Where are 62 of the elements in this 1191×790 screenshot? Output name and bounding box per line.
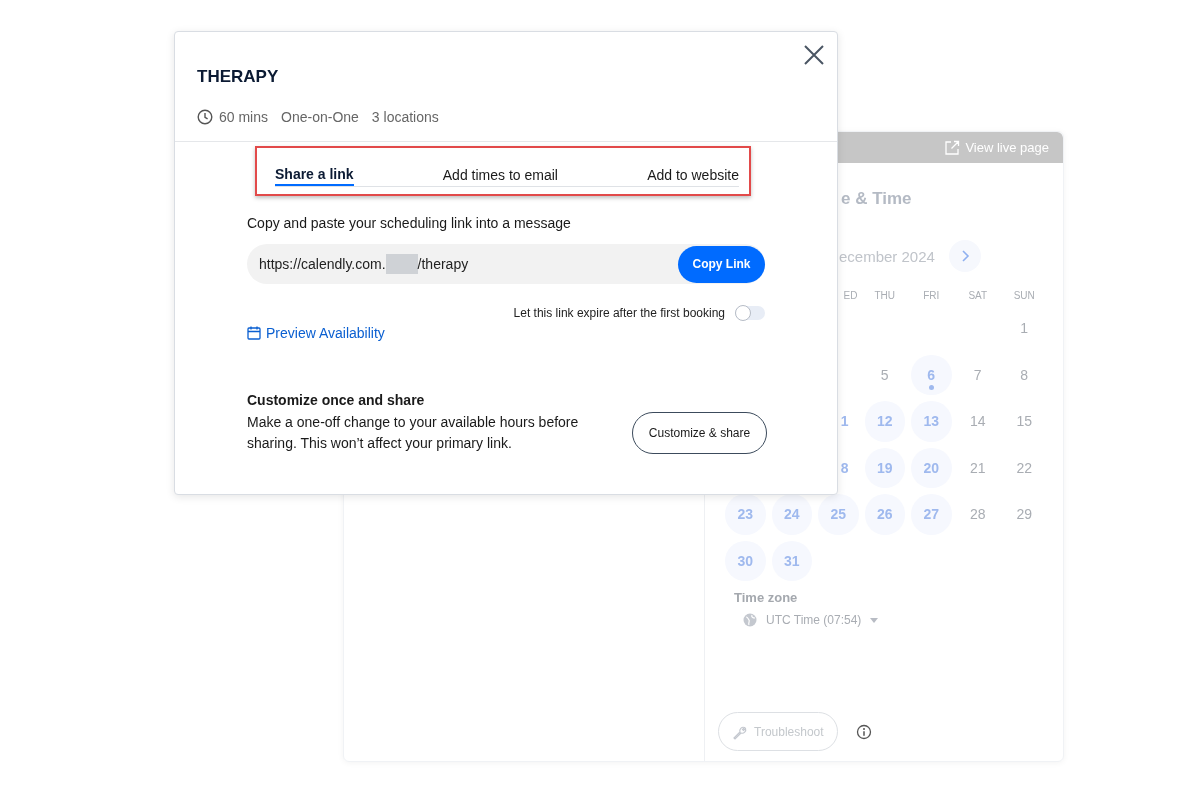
- date-button[interactable]: 30: [725, 540, 766, 581]
- close-button[interactable]: [804, 45, 824, 65]
- dialog-title: THERAPY: [197, 67, 280, 87]
- tab[interactable]: Add to website: [647, 163, 739, 186]
- url-text: https://calendly.com.: [259, 256, 386, 272]
- date-label: 8: [1019, 365, 1030, 385]
- calendar-icon: [247, 326, 261, 340]
- weekday-label: SAT: [967, 288, 989, 303]
- date-label: 15: [1015, 412, 1034, 432]
- info-icon: [855, 723, 872, 740]
- page-title: e & Time: [841, 189, 913, 210]
- section-description: Make a one-off change to your available hours before sharing. This won’t affect your primary link.: [247, 413, 580, 453]
- date-button[interactable]: 12: [864, 401, 905, 442]
- view-live-page-link[interactable]: View live page: [944, 139, 1049, 156]
- meeting-type-text: One-on-One: [281, 109, 359, 125]
- external-link-icon: [944, 139, 961, 156]
- date-button[interactable]: 23: [725, 494, 766, 535]
- date-label: 5: [879, 365, 890, 385]
- chevron-right-icon: [959, 250, 970, 262]
- weekday-label: ED: [842, 288, 859, 303]
- date-label: 28: [968, 505, 987, 525]
- date-label: 22: [1015, 458, 1034, 478]
- link-field[interactable]: https://calendly.com. /therapy Copy Link: [247, 244, 765, 284]
- customize-share-button[interactable]: Customize & share: [632, 412, 767, 454]
- url-text: /therapy: [417, 256, 469, 272]
- weekday-label: THU: [873, 288, 897, 303]
- date-button[interactable]: 13: [911, 401, 952, 442]
- next-month-button[interactable]: [948, 240, 981, 272]
- date-button[interactable]: 31: [771, 540, 812, 581]
- time-zone-label: Time zone: [734, 590, 799, 605]
- date-button[interactable]: 1: [818, 401, 859, 442]
- weekday-label: FRI: [922, 288, 941, 303]
- toggle-switch[interactable]: [735, 306, 765, 320]
- date-button[interactable]: 20: [911, 447, 952, 488]
- date-label: 29: [1015, 505, 1034, 525]
- month-label: ecember 2024: [839, 247, 935, 265]
- tab[interactable]: Add times to email: [442, 163, 558, 186]
- date-button[interactable]: 25: [818, 494, 859, 535]
- date-label: 1: [1019, 319, 1030, 339]
- globe-icon: [743, 613, 757, 627]
- weekday-label: SUN: [1012, 288, 1036, 303]
- section-heading: Customize once and share: [247, 392, 426, 408]
- clock-icon: [197, 109, 213, 125]
- preview-availability-link[interactable]: Preview Availability: [247, 325, 385, 341]
- duration-text: 60 mins: [219, 109, 269, 125]
- date-button[interactable]: 8: [818, 447, 859, 488]
- date-button[interactable]: 24: [771, 494, 812, 535]
- copy-link-button[interactable]: Copy Link: [678, 245, 765, 283]
- close-icon: [804, 45, 824, 65]
- caret-icon: [870, 617, 879, 623]
- tab[interactable]: Share a link: [275, 163, 354, 186]
- date-label: 14: [968, 412, 987, 432]
- time-zone-select[interactable]: UTC Time (07:54): [743, 613, 879, 627]
- instruction-text: Copy and paste your scheduling link into a message: [247, 215, 572, 231]
- locations-text: 3 locations: [371, 109, 439, 125]
- toggle-label: Let this link expire after the first booking: [513, 306, 725, 320]
- date-button[interactable]: 19: [864, 447, 905, 488]
- date-label: 7: [972, 365, 983, 385]
- date-button[interactable]: 27: [911, 494, 952, 535]
- date-button[interactable]: 26: [864, 494, 905, 535]
- date-label: 21: [968, 458, 987, 478]
- date-button[interactable]: 6: [911, 354, 952, 395]
